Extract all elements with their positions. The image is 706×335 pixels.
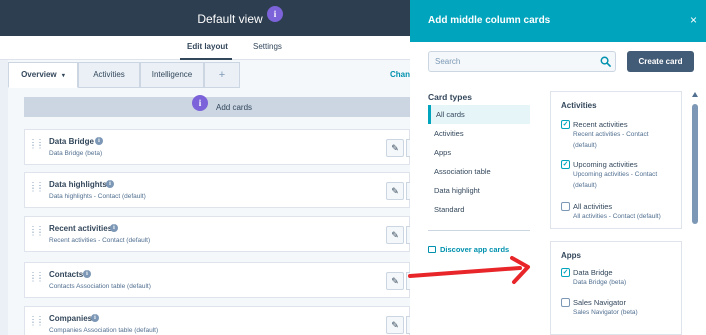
- card-title: Data Bridge: [49, 137, 94, 146]
- option-subtitle-2: (default): [573, 182, 597, 189]
- card-subtitle: Data Bridge (beta): [49, 150, 103, 157]
- group-title-activities: Activities: [561, 101, 597, 110]
- activities-group: Activities ✓ Recent activities Recent ac…: [550, 91, 682, 229]
- info-icon[interactable]: i: [91, 314, 99, 322]
- option-label: Data Bridge: [573, 268, 613, 277]
- tab-settings[interactable]: Settings: [253, 42, 282, 51]
- card-type-apps[interactable]: Apps: [428, 143, 530, 162]
- group-title-apps: Apps: [561, 251, 581, 260]
- option-label: Recent activities: [573, 120, 628, 129]
- panel-title: Add middle column cards: [428, 15, 551, 26]
- option-subtitle-2: (default): [573, 142, 597, 149]
- drag-handle-icon[interactable]: ⋮⋮ ⋮⋮: [29, 226, 44, 240]
- tab-activities[interactable]: Activities: [78, 62, 140, 88]
- checkbox-checked[interactable]: ✓: [561, 120, 570, 129]
- card-data-bridge[interactable]: ⋮⋮ ⋮⋮ Data Bridge i Data Bridge (beta) ✎: [24, 129, 414, 165]
- sub-navigation: Edit layout Settings: [0, 36, 410, 60]
- card-title: Data highlights: [49, 180, 107, 189]
- left-edge: [0, 60, 8, 335]
- info-icon[interactable]: i: [83, 270, 91, 278]
- create-card-button[interactable]: Create card: [627, 51, 694, 72]
- card-recent-activities[interactable]: ⋮⋮ ⋮⋮ Recent activities i Recent activiti…: [24, 216, 414, 252]
- option-subtitle: Upcoming activities - Contact: [573, 171, 658, 178]
- active-tab-underline: [180, 58, 232, 60]
- option-label: Sales Navigator: [573, 298, 626, 307]
- checkbox-checked[interactable]: ✓: [561, 268, 570, 277]
- top-bar: Default view i: [0, 0, 410, 36]
- checkbox-checked[interactable]: ✓: [561, 160, 570, 169]
- option-label: Upcoming activities: [573, 160, 638, 169]
- apps-group: Apps ✓ Data Bridge Data Bridge (beta) Sa…: [550, 241, 682, 335]
- card-type-standard[interactable]: Standard: [428, 200, 530, 219]
- card-subtitle: Companies Association table (default): [49, 327, 159, 334]
- option-subtitle: Data Bridge (beta): [573, 279, 627, 286]
- card-type-data-highlight[interactable]: Data highlight: [428, 181, 530, 200]
- drag-handle-icon[interactable]: ⋮⋮ ⋮⋮: [29, 272, 44, 286]
- info-icon[interactable]: i: [267, 6, 283, 22]
- edit-pencil-icon[interactable]: ✎: [386, 139, 404, 157]
- change-link[interactable]: Chan: [390, 70, 410, 79]
- divider: [428, 230, 530, 231]
- layout-tabs: Overview ▾ Activities Intelligence +: [8, 62, 410, 88]
- card-contacts[interactable]: ⋮⋮ ⋮⋮ Contacts i Contacts Association tab…: [24, 262, 414, 298]
- card-data-highlights[interactable]: ⋮⋮ ⋮⋮ Data highlights i Data highlights -…: [24, 172, 414, 208]
- tab-overview-label: Overview: [21, 70, 57, 79]
- scrollbar-thumb[interactable]: [692, 104, 698, 224]
- edit-pencil-icon[interactable]: ✎: [386, 316, 404, 334]
- add-cards-panel: Add middle column cards × Create card Ca…: [410, 0, 706, 335]
- search-input[interactable]: [428, 51, 616, 72]
- option-label: All activities: [573, 202, 613, 211]
- discover-app-cards-link[interactable]: Discover app cards: [428, 245, 509, 254]
- discover-label: Discover app cards: [440, 245, 510, 254]
- card-title: Companies: [49, 314, 93, 323]
- add-cards-label: Add cards: [216, 103, 253, 112]
- info-icon[interactable]: i: [106, 180, 114, 188]
- info-icon[interactable]: i: [110, 224, 118, 232]
- option-subtitle: Recent activities - Contact: [573, 131, 649, 138]
- panel-header: Add middle column cards ×: [410, 0, 706, 42]
- scrollbar[interactable]: [692, 92, 698, 332]
- card-type-activities[interactable]: Activities: [428, 124, 530, 143]
- add-cards-bar[interactable]: i Add cards: [24, 95, 410, 117]
- card-title: Recent activities: [49, 224, 113, 233]
- card-title: Contacts: [49, 270, 84, 279]
- app-store-icon: [428, 246, 436, 253]
- checkbox-unchecked[interactable]: [561, 202, 570, 211]
- edit-pencil-icon[interactable]: ✎: [386, 272, 404, 290]
- scroll-up-arrow-icon[interactable]: [692, 92, 698, 97]
- info-icon[interactable]: i: [95, 137, 103, 145]
- card-subtitle: Recent activities - Contact (default): [49, 237, 151, 244]
- edit-pencil-icon[interactable]: ✎: [386, 182, 404, 200]
- drag-handle-icon[interactable]: ⋮⋮ ⋮⋮: [29, 182, 44, 196]
- search-icon[interactable]: [600, 56, 611, 67]
- option-subtitle: All activities - Contact (default): [573, 213, 661, 220]
- close-icon[interactable]: ×: [690, 13, 697, 27]
- info-icon[interactable]: i: [192, 95, 208, 111]
- edit-pencil-icon[interactable]: ✎: [386, 226, 404, 244]
- drag-handle-icon[interactable]: ⋮⋮ ⋮⋮: [29, 316, 44, 330]
- page-title: Default view: [197, 12, 263, 26]
- checkbox-unchecked[interactable]: [561, 298, 570, 307]
- card-companies[interactable]: ⋮⋮ ⋮⋮ Companies i Companies Association t…: [24, 306, 414, 335]
- card-type-all-cards[interactable]: All cards: [428, 105, 530, 124]
- add-tab-button[interactable]: +: [204, 62, 240, 88]
- tab-overview[interactable]: Overview ▾: [8, 62, 78, 88]
- tab-edit-layout[interactable]: Edit layout: [187, 42, 228, 51]
- card-type-association-table[interactable]: Association table: [428, 162, 530, 181]
- card-subtitle: Contacts Association table (default): [49, 283, 151, 290]
- card-subtitle: Data highlights - Contact (default): [49, 193, 146, 200]
- drag-handle-icon[interactable]: ⋮⋮ ⋮⋮: [29, 139, 44, 153]
- tab-intelligence[interactable]: Intelligence: [140, 62, 204, 88]
- chevron-down-icon: ▾: [61, 73, 65, 79]
- option-subtitle: Sales Navigator (beta): [573, 309, 638, 316]
- card-types-heading: Card types: [428, 92, 472, 102]
